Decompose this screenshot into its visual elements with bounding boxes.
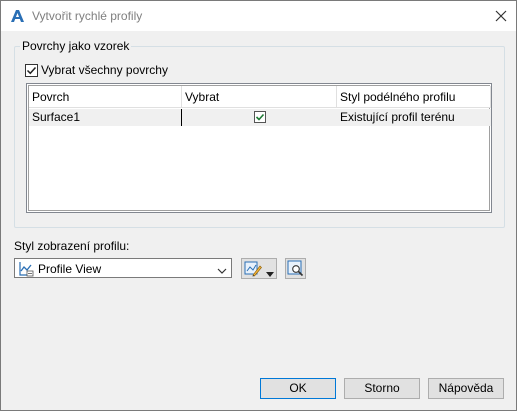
profile-view-icon [18,261,34,277]
column-header-profile-style[interactable]: Styl podélného profilu [337,86,491,108]
window-title: Vytvořit rychlé profily [32,9,143,23]
group-label: Povrchy jako vzorek [20,39,132,53]
checkbox-checked-icon[interactable] [25,63,38,77]
autocad-civil-logo-icon [9,8,25,24]
column-header-select[interactable]: Vybrat [182,86,337,108]
edit-style-split-button[interactable] [241,258,277,279]
column-header-surface[interactable]: Povrch [29,86,182,108]
zoom-preview-icon [287,260,304,280]
preview-style-button[interactable] [285,258,306,279]
dialog-window: Vytvořit rychlé profily Povrchy jako vzo… [0,0,517,411]
edit-style-icon[interactable] [244,260,262,280]
title-bar: Vytvořit rychlé profily [1,1,516,31]
row-select-checkbox[interactable] [253,111,266,123]
close-icon [495,10,507,22]
table-row[interactable]: Surface1 Existující profil terénu [29,109,491,126]
help-button[interactable]: Nápověda [428,378,504,399]
surfaces-table: Povrch Vybrat Styl podélného profilu Sur… [26,83,492,213]
close-button[interactable] [486,1,516,31]
cell-surface[interactable]: Surface1 [29,109,182,126]
cancel-button[interactable]: Storno [344,378,420,399]
profile-view-style-label: Styl zobrazení profilu: [14,239,130,253]
profile-view-style-value: Profile View [38,262,102,276]
cell-profile-style[interactable]: Existující profil terénu [337,109,491,126]
cell-select[interactable] [182,109,337,126]
ok-button[interactable]: OK [260,378,336,399]
checkmark-icon [255,113,264,121]
select-all-surfaces-checkbox[interactable]: Vybrat všechny povrchy [25,63,168,77]
profile-view-style-dropdown[interactable]: Profile View [14,258,232,278]
select-all-label[interactable]: Vybrat všechny povrchy [41,63,168,77]
chevron-down-icon[interactable] [217,264,227,278]
table-header: Povrch Vybrat Styl podélného profilu [29,86,491,108]
dropdown-arrow-icon[interactable] [266,266,274,280]
